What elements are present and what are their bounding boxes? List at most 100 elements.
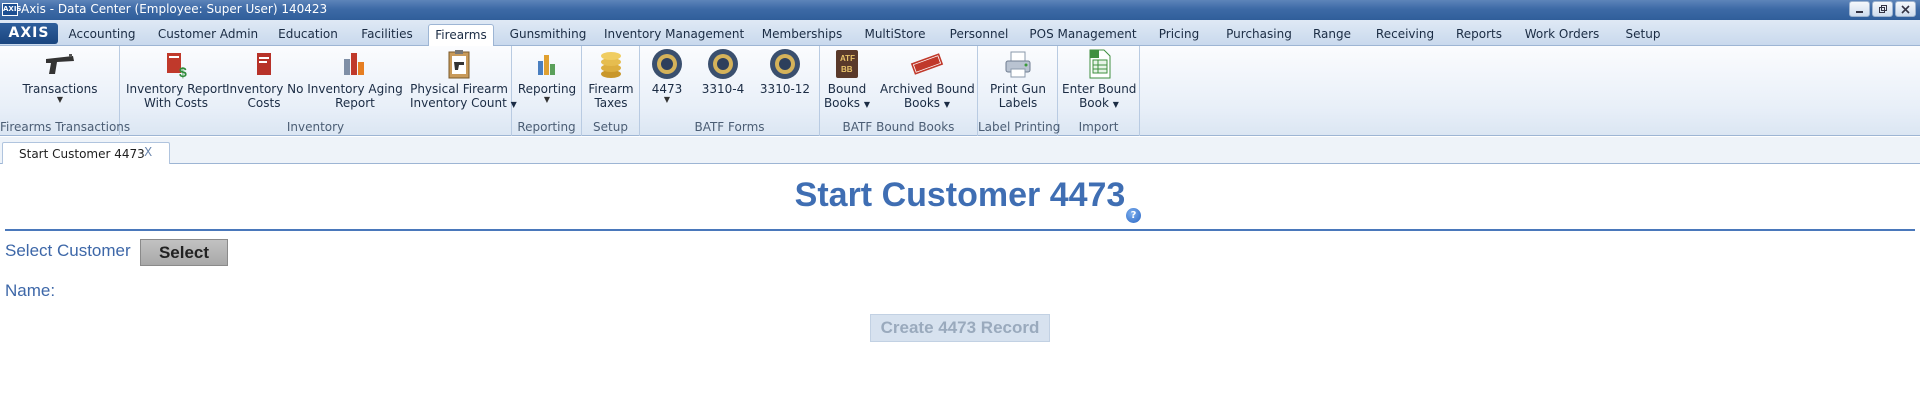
page-heading: Start Customer 4473 <box>0 176 1920 215</box>
group-label-batf-bound-books: BATF Bound Books <box>842 120 955 134</box>
book-icon: ATF BB <box>830 48 864 80</box>
printer-icon <box>1001 48 1035 80</box>
heading-divider <box>5 229 1915 231</box>
inventory-aging-label-1: Inventory Aging <box>307 82 403 96</box>
inventory-aging-label-2: Report <box>335 96 375 110</box>
coins-icon <box>594 48 628 80</box>
spreadsheet-icon <box>1082 48 1116 80</box>
group-label-import: Import <box>1078 120 1119 134</box>
tab-facilities[interactable]: Facilities <box>353 24 421 46</box>
tab-education[interactable]: Education <box>273 24 343 46</box>
archived-label-1: Archived Bound <box>880 82 975 96</box>
group-label-inventory: Inventory <box>286 120 345 134</box>
tab-setup[interactable]: Setup <box>1618 24 1668 46</box>
close-tab-button[interactable]: X <box>144 145 152 159</box>
form-3310-12-label: 3310-12 <box>759 82 811 96</box>
inventory-no-costs-label-1: Inventory No <box>226 82 304 96</box>
svg-text:$: $ <box>179 64 187 79</box>
print-gun-labels-button[interactable]: Print Gun Labels <box>984 48 1052 110</box>
tab-reports[interactable]: Reports <box>1452 24 1506 46</box>
physical-count-label-2: Inventory Count <box>410 96 507 110</box>
atf-seal-icon <box>768 48 802 80</box>
atf-seal-icon <box>650 48 684 80</box>
reporting-label: Reporting <box>517 82 577 96</box>
group-label-label-printing: Label Printing <box>978 120 1061 134</box>
inventory-report-with-costs-button[interactable]: $ Inventory Report With Costs <box>126 48 227 110</box>
name-label: Name: <box>5 281 56 300</box>
bar-chart-icon <box>338 48 372 80</box>
form-4473-label: 4473 <box>651 82 683 96</box>
report-money-icon: $ <box>159 48 193 80</box>
doc-tab-start-customer-4473[interactable]: Start Customer 4473 X <box>2 142 170 164</box>
inventory-report-label-2: With Costs <box>144 96 208 110</box>
form-3310-12-button[interactable]: 3310-12 <box>756 48 814 96</box>
form-3310-4-label: 3310-4 <box>701 82 745 96</box>
taxes-label-1: Firearm <box>588 82 634 96</box>
print-labels-label-1: Print Gun <box>990 82 1046 96</box>
physical-count-label-1: Physical Firearm <box>410 82 508 96</box>
transactions-label: Transactions <box>22 82 98 96</box>
group-label-reporting: Reporting <box>517 120 576 134</box>
chevron-down-icon: ▼ <box>56 95 64 104</box>
inventory-aging-report-button[interactable]: Inventory Aging Report <box>306 48 404 110</box>
form-4473-button[interactable]: 4473 ▼ <box>644 48 690 104</box>
inventory-no-costs-button[interactable]: Inventory No Costs <box>226 48 304 110</box>
tab-receiving[interactable]: Receiving <box>1370 24 1440 46</box>
help-icon[interactable]: ? <box>1126 208 1141 223</box>
tab-personnel[interactable]: Personnel <box>945 24 1013 46</box>
taxes-label-2: Taxes <box>594 96 628 110</box>
tab-range[interactable]: Range <box>1310 24 1354 46</box>
transactions-button[interactable]: Transactions ▼ <box>20 48 100 104</box>
ribbon: Transactions ▼ Firearms Transactions $ I… <box>0 46 1920 136</box>
main-menu-bar: AXIS Accounting Customer Admin Education… <box>0 20 1920 47</box>
close-window-button[interactable] <box>1895 1 1916 17</box>
window-title: Axis - Data Center (Employee: Super User… <box>21 2 328 16</box>
tab-gunsmithing[interactable]: Gunsmithing <box>505 24 591 46</box>
archived-stamp-icon <box>910 48 944 80</box>
tab-purchasing[interactable]: Purchasing <box>1220 24 1298 46</box>
tab-multistore[interactable]: MultiStore <box>860 24 930 46</box>
physical-firearm-inventory-count-button[interactable]: Physical Firearm Inventory Count ▼ <box>410 48 517 112</box>
minimize-button[interactable] <box>1849 1 1870 17</box>
chevron-down-icon: ▼ <box>863 100 871 109</box>
bound-books-label-2: Books <box>823 96 861 110</box>
document-tab-strip: Start Customer 4473 X <box>0 137 1920 164</box>
tab-memberships[interactable]: Memberships <box>757 24 847 46</box>
report-icon <box>247 48 281 80</box>
select-customer-button[interactable]: Select <box>140 239 228 266</box>
bound-books-label-1: Bound <box>827 82 867 96</box>
chevron-down-icon: ▼ <box>1112 100 1119 109</box>
group-batf-bound-books: ATF BB Bound Books ▼ Archived Bound Books… <box>820 46 978 136</box>
tab-work-orders[interactable]: Work Orders <box>1520 24 1604 46</box>
tab-pricing[interactable]: Pricing <box>1152 24 1206 46</box>
group-label-firearms-transactions: Firearms Transactions <box>0 120 131 134</box>
group-label-setup: Setup <box>593 120 628 134</box>
window-controls <box>1849 1 1916 17</box>
group-reporting: Reporting ▼ Reporting <box>512 46 582 136</box>
restore-button[interactable] <box>1872 1 1893 17</box>
app-logo-icon: AXIS <box>2 3 21 16</box>
form-3310-4-button[interactable]: 3310-4 <box>698 48 748 96</box>
archived-label-2: Books <box>903 96 941 110</box>
close-icon <box>1901 4 1910 14</box>
tab-firearms[interactable]: Firearms <box>428 24 494 47</box>
inventory-no-costs-label-2: Costs <box>247 96 281 110</box>
firearm-taxes-button[interactable]: Firearm Taxes <box>584 48 638 110</box>
enter-bound-book-label-1: Enter Bound <box>1062 82 1137 96</box>
reporting-button[interactable]: Reporting ▼ <box>516 48 578 104</box>
restore-icon <box>1879 4 1887 13</box>
chart-icon <box>530 48 564 80</box>
inventory-report-label-1: Inventory Report <box>126 82 227 96</box>
bound-books-button[interactable]: ATF BB Bound Books ▼ <box>822 48 872 112</box>
tab-pos-management[interactable]: POS Management <box>1026 24 1140 46</box>
enter-bound-book-button[interactable]: Enter Bound Book ▼ <box>1062 48 1136 112</box>
axis-logo[interactable]: AXIS <box>0 23 58 44</box>
print-labels-label-2: Labels <box>998 96 1038 110</box>
archived-bound-books-button[interactable]: Archived Bound Books ▼ <box>880 48 975 112</box>
tab-accounting[interactable]: Accounting <box>62 24 142 46</box>
create-4473-record-button[interactable]: Create 4473 Record <box>870 314 1050 342</box>
tab-customer-admin[interactable]: Customer Admin <box>150 24 266 46</box>
group-setup: Firearm Taxes Setup <box>582 46 640 136</box>
tab-inventory-management[interactable]: Inventory Management <box>604 24 744 46</box>
clipboard-icon <box>442 48 476 80</box>
